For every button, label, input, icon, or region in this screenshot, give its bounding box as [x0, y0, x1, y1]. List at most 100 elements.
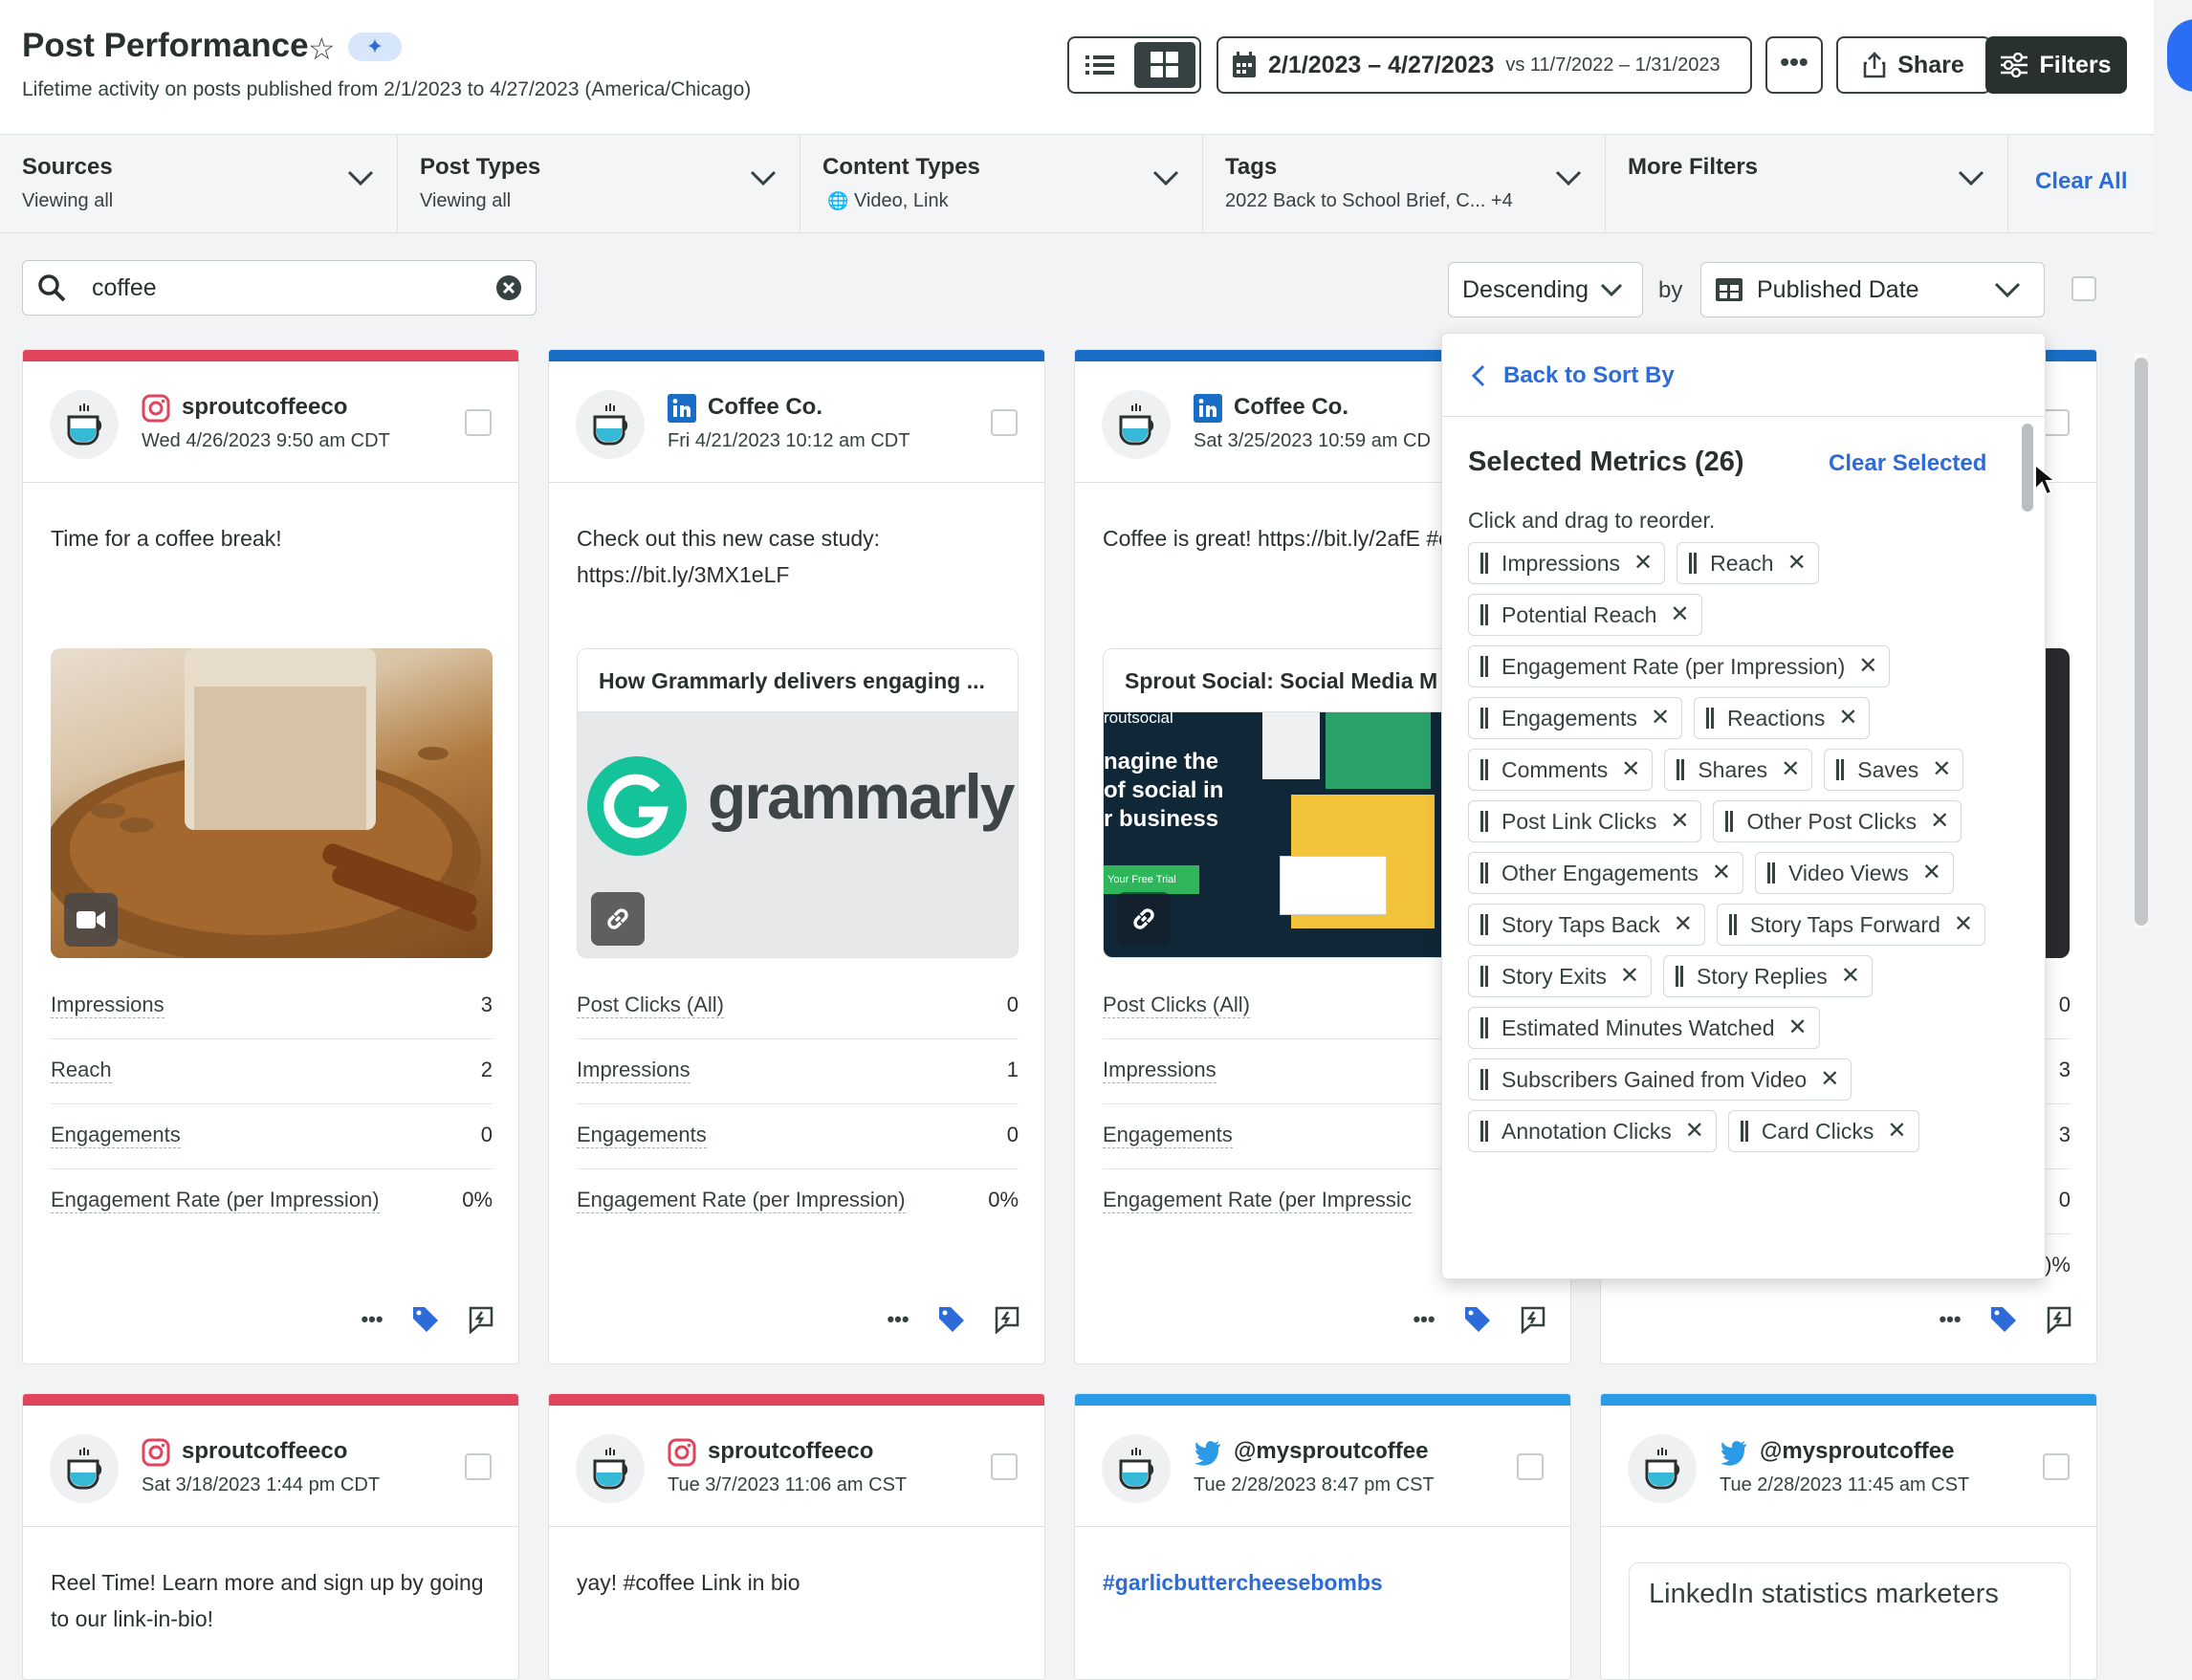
- popover-scrollbar-thumb[interactable]: [2022, 424, 2033, 512]
- remove-icon[interactable]: ✕: [1887, 1120, 1906, 1143]
- filter-tags[interactable]: Tags 2022 Back to School Brief, C... +4: [1203, 135, 1606, 232]
- remove-icon[interactable]: ✕: [1712, 862, 1731, 884]
- post-checkbox[interactable]: [2043, 1453, 2070, 1480]
- drag-handle-icon[interactable]: [1480, 966, 1488, 987]
- post-checkbox[interactable]: [465, 409, 492, 436]
- remove-icon[interactable]: ✕: [1930, 810, 1949, 833]
- metric-label[interactable]: Reach: [51, 1058, 112, 1083]
- remove-icon[interactable]: ✕: [1674, 913, 1693, 936]
- metric-label[interactable]: Engagement Rate (per Impressic: [1103, 1188, 1412, 1213]
- account-name[interactable]: sproutcoffeeco: [182, 1438, 347, 1465]
- account-name[interactable]: sproutcoffeeco: [708, 1438, 873, 1465]
- date-range-button[interactable]: 2/1/2023 – 4/27/2023 vs 11/7/2022 – 1/31…: [1217, 36, 1752, 94]
- metric-chip[interactable]: Potential Reach ✕: [1468, 594, 1702, 636]
- metric-chip[interactable]: Card Clicks ✕: [1727, 1110, 1919, 1152]
- remove-icon[interactable]: ✕: [1820, 1068, 1839, 1091]
- metric-chip[interactable]: Comments ✕: [1468, 749, 1654, 791]
- drag-handle-icon[interactable]: [1480, 553, 1488, 574]
- post-card[interactable]: sproutcoffeeco Tue 3/7/2023 11:06 am CST…: [548, 1393, 1045, 1680]
- metric-chip[interactable]: Post Link Clicks ✕: [1468, 800, 1702, 842]
- metric-chip[interactable]: Estimated Minutes Watched ✕: [1468, 1007, 1820, 1049]
- remove-icon[interactable]: ✕: [1932, 758, 1951, 781]
- metric-label[interactable]: Engagements: [577, 1123, 707, 1148]
- metric-chip[interactable]: Engagement Rate (per Impression) ✕: [1468, 645, 1891, 687]
- metric-chip[interactable]: Story Replies ✕: [1663, 955, 1873, 997]
- metric-label[interactable]: Impressions: [577, 1058, 690, 1083]
- metric-label[interactable]: Post Clicks (All): [577, 993, 725, 1018]
- drag-handle-icon[interactable]: [1766, 862, 1775, 884]
- remove-icon[interactable]: ✕: [1620, 965, 1639, 988]
- share-button[interactable]: Share: [1836, 36, 1991, 94]
- remove-icon[interactable]: ✕: [1788, 1016, 1808, 1039]
- more-icon[interactable]: •••: [353, 1300, 391, 1339]
- drag-handle-icon[interactable]: [1480, 759, 1488, 780]
- post-card[interactable]: @mysproutcoffee Tue 2/28/2023 11:45 am C…: [1600, 1393, 2097, 1680]
- post-hashtag-link[interactable]: #garlicbuttercheesebombs: [1103, 1564, 1552, 1601]
- post-card[interactable]: @mysproutcoffee Tue 2/28/2023 8:47 pm CS…: [1074, 1393, 1571, 1680]
- remove-icon[interactable]: ✕: [1954, 913, 1973, 936]
- reply-icon[interactable]: [461, 1300, 499, 1339]
- post-card[interactable]: Coffee Co. Fri 4/21/2023 10:12 am CDT Ch…: [548, 349, 1045, 1364]
- post-checkbox[interactable]: [465, 1453, 492, 1480]
- ai-sparkle-icon[interactable]: ✦: [348, 33, 402, 61]
- drag-handle-icon[interactable]: [1480, 1121, 1488, 1142]
- search-input[interactable]: coffee: [22, 260, 537, 316]
- metric-chip[interactable]: Annotation Clicks ✕: [1468, 1110, 1717, 1152]
- metric-chip[interactable]: Other Post Clicks ✕: [1713, 800, 1962, 842]
- reply-icon[interactable]: [987, 1300, 1025, 1339]
- drag-handle-icon[interactable]: [1725, 811, 1734, 832]
- drag-handle-icon[interactable]: [1480, 1069, 1488, 1090]
- tag-icon[interactable]: [1984, 1300, 2023, 1339]
- metric-chip[interactable]: Impressions ✕: [1468, 542, 1666, 584]
- filter-sources[interactable]: Sources Viewing all: [0, 135, 398, 232]
- metric-chip[interactable]: Subscribers Gained from Video ✕: [1468, 1058, 1852, 1101]
- clear-selected-button[interactable]: Clear Selected: [1829, 450, 1986, 477]
- post-checkbox[interactable]: [991, 1453, 1018, 1480]
- more-icon[interactable]: •••: [879, 1300, 917, 1339]
- account-name[interactable]: Coffee Co.: [708, 394, 822, 421]
- account-name[interactable]: @mysproutcoffee: [1234, 1438, 1428, 1465]
- drag-handle-icon[interactable]: [1480, 914, 1488, 935]
- remove-icon[interactable]: ✕: [1685, 1120, 1704, 1143]
- link-preview[interactable]: LinkedIn statistics marketers: [1629, 1562, 2071, 1679]
- drag-handle-icon[interactable]: [1480, 708, 1488, 729]
- popover-scrollbar[interactable]: [2022, 420, 2033, 1278]
- filter-more[interactable]: More Filters: [1606, 135, 2008, 232]
- page-scrollbar-thumb[interactable]: [2135, 358, 2148, 926]
- account-name[interactable]: sproutcoffeeco: [182, 394, 347, 421]
- metric-label[interactable]: Impressions: [51, 993, 164, 1018]
- metric-chip[interactable]: Story Taps Forward ✕: [1716, 904, 1985, 946]
- remove-icon[interactable]: ✕: [1670, 810, 1689, 833]
- metric-chip[interactable]: Reach ✕: [1677, 542, 1819, 584]
- remove-icon[interactable]: ✕: [1787, 552, 1807, 575]
- select-all-checkbox[interactable]: [2071, 276, 2096, 301]
- tag-icon[interactable]: [1458, 1300, 1497, 1339]
- filter-post-types[interactable]: Post Types Viewing all: [398, 135, 800, 232]
- metric-chip[interactable]: Story Exits ✕: [1468, 955, 1653, 997]
- drag-handle-icon[interactable]: [1676, 966, 1684, 987]
- help-button[interactable]: [2167, 19, 2192, 92]
- drag-handle-icon[interactable]: [1480, 604, 1488, 625]
- drag-handle-icon[interactable]: [1689, 553, 1698, 574]
- reply-icon[interactable]: [1513, 1300, 1551, 1339]
- back-to-sort-button[interactable]: Back to Sort By: [1442, 334, 2045, 417]
- metric-label[interactable]: Engagement Rate (per Impression): [577, 1188, 906, 1213]
- sort-order-dropdown[interactable]: Descending: [1448, 262, 1643, 317]
- list-view-button[interactable]: [1069, 38, 1130, 92]
- drag-handle-icon[interactable]: [1836, 759, 1845, 780]
- sort-field-dropdown[interactable]: Published Date: [1700, 262, 2045, 317]
- metric-chip[interactable]: Reactions ✕: [1694, 697, 1871, 739]
- clear-all-link[interactable]: Clear All: [2035, 168, 2127, 195]
- remove-icon[interactable]: ✕: [1670, 603, 1689, 626]
- tag-icon[interactable]: [932, 1300, 971, 1339]
- star-icon[interactable]: ☆: [308, 31, 336, 67]
- remove-icon[interactable]: ✕: [1838, 707, 1857, 730]
- drag-handle-icon[interactable]: [1740, 1121, 1748, 1142]
- post-image[interactable]: [51, 648, 493, 958]
- post-checkbox[interactable]: [2043, 409, 2070, 436]
- drag-handle-icon[interactable]: [1706, 708, 1715, 729]
- drag-handle-icon[interactable]: [1480, 811, 1488, 832]
- more-icon[interactable]: •••: [1405, 1300, 1443, 1339]
- metric-label[interactable]: Impressions: [1103, 1058, 1217, 1083]
- metric-chip[interactable]: Shares ✕: [1664, 749, 1813, 791]
